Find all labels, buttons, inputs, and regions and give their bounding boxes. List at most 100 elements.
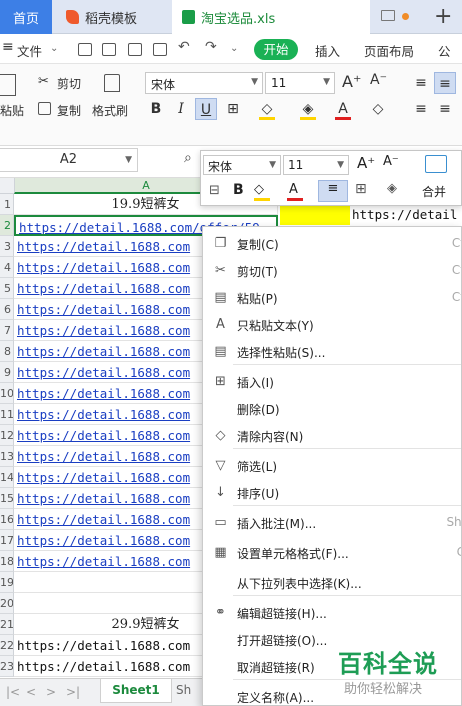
row-header[interactable]: 8 [0, 341, 14, 362]
row-header[interactable]: 20 [0, 593, 14, 614]
mini-increase-font-icon[interactable]: A⁺ [357, 154, 375, 172]
row-header[interactable]: 17 [0, 530, 14, 551]
hamburger-icon[interactable]: ≡ [2, 39, 14, 55]
row-header[interactable]: 3 [0, 236, 14, 257]
paste-label[interactable]: 粘贴 [0, 102, 24, 119]
copy-label[interactable]: 复制 [57, 102, 81, 119]
cell-c2[interactable]: https://detail [352, 204, 462, 225]
borders-icon[interactable]: ⊞ [222, 98, 244, 120]
context-menu-item[interactable]: ❐ 复制(C) Ct [203, 230, 461, 257]
row-header[interactable]: 23 [0, 656, 14, 677]
menu-file[interactable]: 文件 [17, 41, 42, 60]
mini-font-color-icon[interactable]: A [289, 182, 298, 197]
increase-font-icon[interactable]: A⁺ [342, 72, 361, 91]
context-menu-item[interactable]: ▤ 粘贴(P) Ct [203, 284, 461, 311]
window-mode-icon[interactable] [381, 10, 395, 21]
row-header[interactable]: 19 [0, 572, 14, 593]
sheet-tab-active[interactable]: Sheet1 [100, 679, 172, 703]
next-sheet-icon[interactable]: > [46, 685, 56, 699]
row-header[interactable]: 22 [0, 635, 14, 656]
align-left-icon[interactable]: ≡ [410, 72, 432, 94]
cut-label[interactable]: 剪切 [57, 75, 81, 92]
tab-templates[interactable]: 稻壳模板 [54, 0, 170, 34]
copy-icon[interactable] [38, 102, 51, 115]
undo-icon[interactable]: ↶ [178, 39, 190, 55]
tab-home[interactable]: 首页 [0, 0, 52, 34]
row-header[interactable]: 11 [0, 404, 14, 425]
mini-decrease-font-icon[interactable]: A⁻ [383, 154, 399, 169]
print-preview-icon[interactable] [153, 43, 167, 56]
notification-dot-icon[interactable] [402, 13, 409, 20]
context-menu-item[interactable]: ▤ 选择性粘贴(S)... [203, 338, 461, 365]
merge-label[interactable]: 合并 [422, 183, 446, 200]
context-menu-item[interactable]: ▦ 设置单元格格式(F)... C [203, 539, 461, 566]
context-menu-item[interactable]: ◇ 清除内容(N) [203, 422, 461, 449]
row-header[interactable]: 10 [0, 383, 14, 404]
context-menu-item[interactable]: ⊞ 插入(I) [203, 368, 461, 395]
row-header[interactable]: 16 [0, 509, 14, 530]
paste-big-icon[interactable] [0, 74, 16, 96]
align-right-icon[interactable]: ≡ [434, 98, 456, 120]
redo-icon[interactable]: ↷ [205, 39, 217, 55]
clear-format-icon[interactable]: ◇ [367, 98, 389, 120]
context-menu-item[interactable]: ▽ 筛选(L) [203, 452, 461, 479]
font-name-select[interactable]: 宋体 ▼ [145, 72, 263, 94]
mini-grid-borders-icon[interactable]: ⊞ [355, 181, 367, 197]
context-menu-item[interactable]: ▭ 插入批注(M)... Shi [203, 509, 461, 536]
chevron-down-icon[interactable]: ⌄ [50, 43, 58, 54]
context-menu-item[interactable]: ↓ 排序(U) [203, 479, 461, 506]
row-header[interactable]: 21 [0, 614, 14, 635]
format-painter-label[interactable]: 格式刷 [92, 102, 128, 119]
context-menu-item[interactable]: ✂ 剪切(T) Ct [203, 257, 461, 284]
underline-icon[interactable]: U [195, 98, 217, 120]
merge-cells-icon[interactable] [425, 155, 447, 173]
sheet-tab-next[interactable]: Sh [176, 683, 191, 697]
context-menu-item[interactable]: A 只粘贴文本(Y) [203, 311, 461, 338]
menu-page-layout[interactable]: 页面布局 [364, 41, 414, 60]
font-size-select[interactable]: 11 ▼ [265, 72, 335, 94]
decrease-font-icon[interactable]: A⁻ [370, 72, 387, 88]
save-icon[interactable] [78, 43, 92, 56]
italic-icon[interactable]: I [170, 98, 192, 120]
context-menu-item[interactable]: ⚭ 编辑超链接(H)... [203, 599, 461, 626]
bold-icon[interactable]: B [145, 98, 167, 120]
row-header[interactable]: 1 [0, 194, 14, 215]
menu-start-button[interactable]: 开始 [254, 39, 298, 60]
context-menu-item[interactable]: 删除(D) [203, 395, 461, 422]
context-menu-item[interactable]: 从下拉列表中选择(K)... [203, 569, 461, 596]
row-header[interactable]: 9 [0, 362, 14, 383]
align-left-2-icon[interactable]: ≡ [410, 98, 432, 120]
row-header[interactable]: 4 [0, 257, 14, 278]
tab-file[interactable]: 淘宝选品.xls [172, 0, 370, 34]
mini-bold-icon[interactable]: B [233, 182, 244, 198]
more-chevron-icon[interactable]: ⌄ [230, 43, 238, 54]
prev-sheet-icon[interactable]: < [26, 685, 36, 699]
row-header[interactable]: 6 [0, 299, 14, 320]
mini-font-name-select[interactable]: 宋体 ▼ [203, 155, 281, 175]
row-header[interactable]: 15 [0, 488, 14, 509]
zoom-icon[interactable]: ⌕ [184, 150, 192, 166]
menu-insert[interactable]: 插入 [315, 41, 340, 60]
scissors-icon[interactable]: ✂ [38, 74, 49, 89]
new-tab-plus-icon[interactable]: + [434, 4, 452, 29]
row-header[interactable]: 5 [0, 278, 14, 299]
mini-fill-bucket-icon[interactable]: ◈ [387, 181, 397, 196]
mini-borders-icon[interactable]: ⊟ [209, 183, 220, 198]
row-header[interactable]: 13 [0, 446, 14, 467]
name-box[interactable]: A2 ▼ [0, 148, 138, 172]
mini-fill-icon[interactable]: ◇ [254, 182, 264, 197]
align-center-icon[interactable]: ≡ [434, 72, 456, 94]
row-header[interactable]: 7 [0, 320, 14, 341]
highlighted-cell-b2[interactable] [280, 204, 350, 225]
export-icon[interactable] [102, 43, 116, 56]
last-sheet-icon[interactable]: >| [66, 685, 80, 699]
print-icon[interactable] [128, 43, 142, 56]
row-header[interactable]: 18 [0, 551, 14, 572]
row-header[interactable]: 14 [0, 467, 14, 488]
mini-align-center-icon[interactable]: ≡ [318, 180, 348, 202]
row-header[interactable]: 12 [0, 425, 14, 446]
first-sheet-icon[interactable]: |< [6, 685, 20, 699]
format-painter-icon[interactable] [104, 74, 120, 92]
row-header[interactable]: 2 [0, 215, 14, 236]
mini-font-size-select[interactable]: 11 ▼ [283, 155, 349, 175]
